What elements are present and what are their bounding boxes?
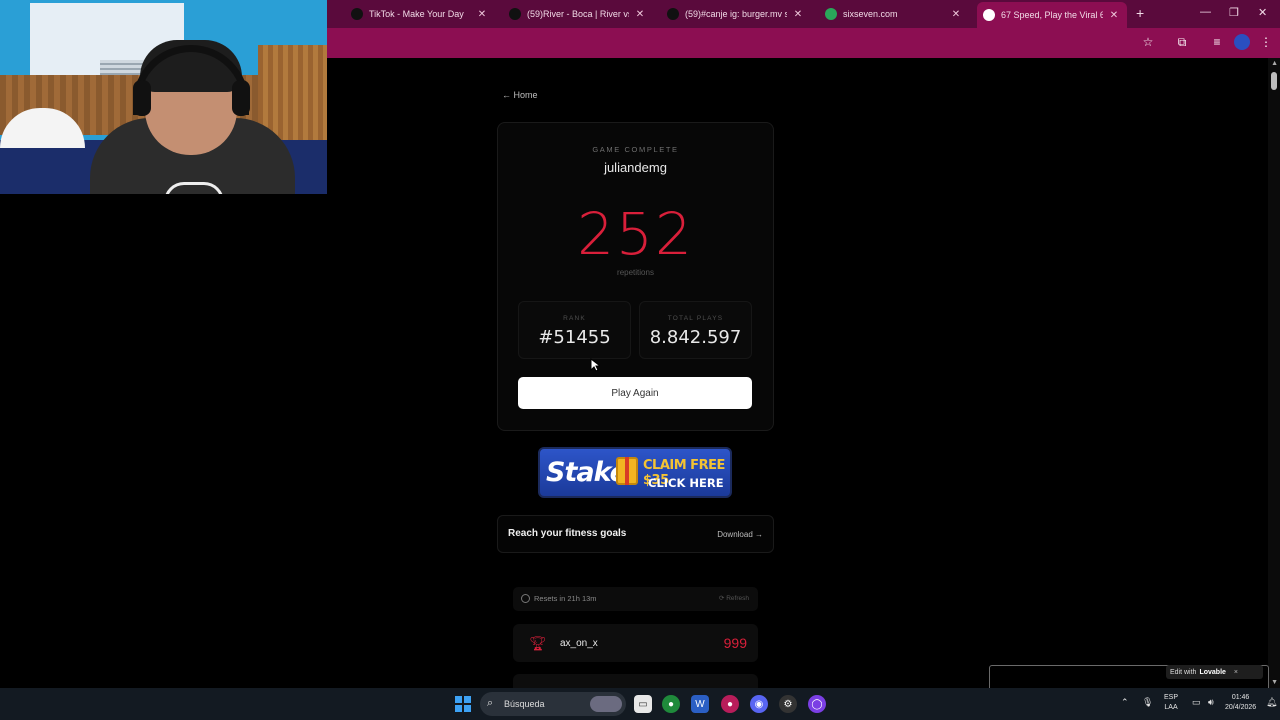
webcam-overlay xyxy=(0,0,327,194)
rank-value: #51455 xyxy=(538,327,611,348)
refresh-button[interactable]: ⟳ Refresh xyxy=(719,594,749,602)
fitness-download-link[interactable]: Download → xyxy=(717,530,763,539)
language-indicator[interactable]: ESP LAA xyxy=(1164,693,1178,713)
lovable-prefix: Edit with xyxy=(1170,668,1197,676)
bookmark-star-icon[interactable]: ☆ xyxy=(1140,34,1156,50)
leaderboard-player-score: 999 xyxy=(723,635,747,651)
stake-ad-banner[interactable]: Stake CLAIM FREE $35 CLICK HERE xyxy=(538,447,732,498)
tab-title: (59)#canje ig: burger.mv son de xyxy=(685,9,787,19)
clock-date: 20/4/2026 xyxy=(1225,704,1257,711)
home-link[interactable]: ← Home xyxy=(502,90,538,100)
profile-avatar[interactable] xyxy=(1234,34,1250,50)
score-value: 252 xyxy=(577,200,694,268)
browser-tab[interactable]: (59)River - Boca | River vs Boca ✕ xyxy=(503,2,653,26)
close-tab-icon[interactable]: ✕ xyxy=(791,9,805,20)
leaderboard-reset-bar: Resets in 21h 13m ⟳ Refresh xyxy=(513,587,758,611)
discord-icon[interactable]: ◉ xyxy=(750,695,768,713)
mouse-cursor-icon xyxy=(590,358,600,372)
tab-title: TikTok - Make Your Day xyxy=(369,9,464,19)
scroll-up-arrow-icon[interactable]: ▲ xyxy=(1271,60,1278,67)
extensions-icon[interactable]: ⧉ xyxy=(1174,34,1190,50)
rank-label: RANK xyxy=(563,315,586,322)
tab-title: 67 Speed, Play the Viral 67 Gam xyxy=(1001,10,1103,20)
notification-icon[interactable]: 🔔︎ xyxy=(1266,697,1277,708)
browser-tab[interactable]: sixseven.com ✕ xyxy=(819,2,969,26)
close-tab-icon[interactable]: ✕ xyxy=(475,9,489,20)
network-icon[interactable]: ▭ xyxy=(1192,697,1201,708)
stake-logo: Stake xyxy=(546,457,628,488)
player-username: juliandemg xyxy=(604,160,667,175)
media-control-icon[interactable]: ≡ xyxy=(1209,34,1225,50)
fitness-title: Reach your fitness goals xyxy=(508,528,627,539)
taskbar-clock[interactable]: 01:46 20/4/2026 xyxy=(1225,693,1256,713)
trophy-icon: 🏆︎ xyxy=(529,635,547,651)
leaderboard-player-name: ax_on_x xyxy=(560,638,598,649)
lovable-brand: Lovable xyxy=(1199,668,1226,676)
app-icon[interactable]: ◯ xyxy=(808,695,826,713)
chrome-icon[interactable]: ● xyxy=(662,695,680,713)
total-plays-stat: TOTAL PLAYS 8.842.597 xyxy=(639,301,752,359)
clock-icon xyxy=(521,594,530,603)
total-plays-value: 8.842.597 xyxy=(649,327,742,348)
lovable-close-icon[interactable]: × xyxy=(1234,669,1238,676)
close-tab-icon[interactable]: ✕ xyxy=(633,9,647,20)
close-window-icon[interactable]: ✕ xyxy=(1258,6,1267,19)
tab-title: sixseven.com xyxy=(843,9,898,19)
gift-icon xyxy=(616,457,638,485)
lovable-badge[interactable]: Edit with Lovable × xyxy=(1166,665,1263,679)
browser-tab[interactable]: (59)#canje ig: burger.mv son de ✕ xyxy=(661,2,811,26)
search-icon: ⌕ xyxy=(487,697,494,709)
taskbar-search-text: Búsqueda xyxy=(504,699,545,709)
browser-tab[interactable]: 67 Speed, Play the Viral 67 Gam ✕ xyxy=(977,2,1127,28)
site-icon xyxy=(983,9,995,21)
tiktok-icon xyxy=(509,8,521,20)
game-complete-label: GAME COMPLETE xyxy=(592,145,679,154)
globe-icon xyxy=(825,8,837,20)
volume-icon[interactable]: 🔊︎ xyxy=(1208,697,1214,708)
scroll-down-arrow-icon[interactable]: ▼ xyxy=(1271,679,1278,686)
total-plays-label: TOTAL PLAYS xyxy=(667,315,724,322)
refresh-label: Refresh xyxy=(726,595,749,602)
reset-timer: Resets in 21h 13m xyxy=(534,594,597,603)
tiktok-icon xyxy=(667,8,679,20)
score-unit: repetitions xyxy=(617,268,654,277)
menu-dots-icon[interactable]: ⋮ xyxy=(1258,34,1274,50)
steam-icon[interactable]: ⚙ xyxy=(779,695,797,713)
scrollbar[interactable] xyxy=(1268,58,1280,688)
language-code: ESP xyxy=(1164,694,1179,701)
chrome-profile-icon[interactable]: ● xyxy=(721,695,739,713)
close-tab-icon[interactable]: ✕ xyxy=(949,9,963,20)
tab-title: (59)River - Boca | River vs Boca xyxy=(527,9,629,19)
tray-chevron-icon[interactable]: ⌃ xyxy=(1121,697,1129,708)
leaderboard-row xyxy=(513,674,758,688)
scrollbar-thumb[interactable] xyxy=(1271,72,1277,90)
rank-stat: RANK #51455 xyxy=(518,301,631,359)
word-icon[interactable]: W xyxy=(691,695,709,713)
tiktok-icon xyxy=(351,8,363,20)
restore-icon[interactable]: ❐ xyxy=(1229,6,1239,19)
minimize-icon[interactable]: — xyxy=(1200,6,1211,18)
search-highlight-image xyxy=(590,696,622,712)
new-tab-button[interactable]: + xyxy=(1136,5,1144,21)
taskbar-search[interactable]: ⌕ Búsqueda xyxy=(480,692,626,716)
keyboard-layout: LAA xyxy=(1164,704,1178,711)
stake-click-text: CLICK HERE xyxy=(648,476,724,490)
windows-start-icon[interactable] xyxy=(455,696,471,712)
microphone-icon[interactable]: 🎙︎ xyxy=(1142,697,1153,708)
browser-tab[interactable]: TikTok - Make Your Day ✕ xyxy=(345,2,495,26)
clock-time: 01:46 xyxy=(1231,694,1250,701)
play-again-button[interactable]: Play Again xyxy=(518,377,752,409)
fitness-promo: Reach your fitness goals Download → xyxy=(497,515,774,553)
close-tab-icon[interactable]: ✕ xyxy=(1107,10,1121,21)
file-explorer-icon[interactable]: ▭ xyxy=(634,695,652,713)
leaderboard-row: 🏆︎ ax_on_x 999 xyxy=(513,624,758,662)
